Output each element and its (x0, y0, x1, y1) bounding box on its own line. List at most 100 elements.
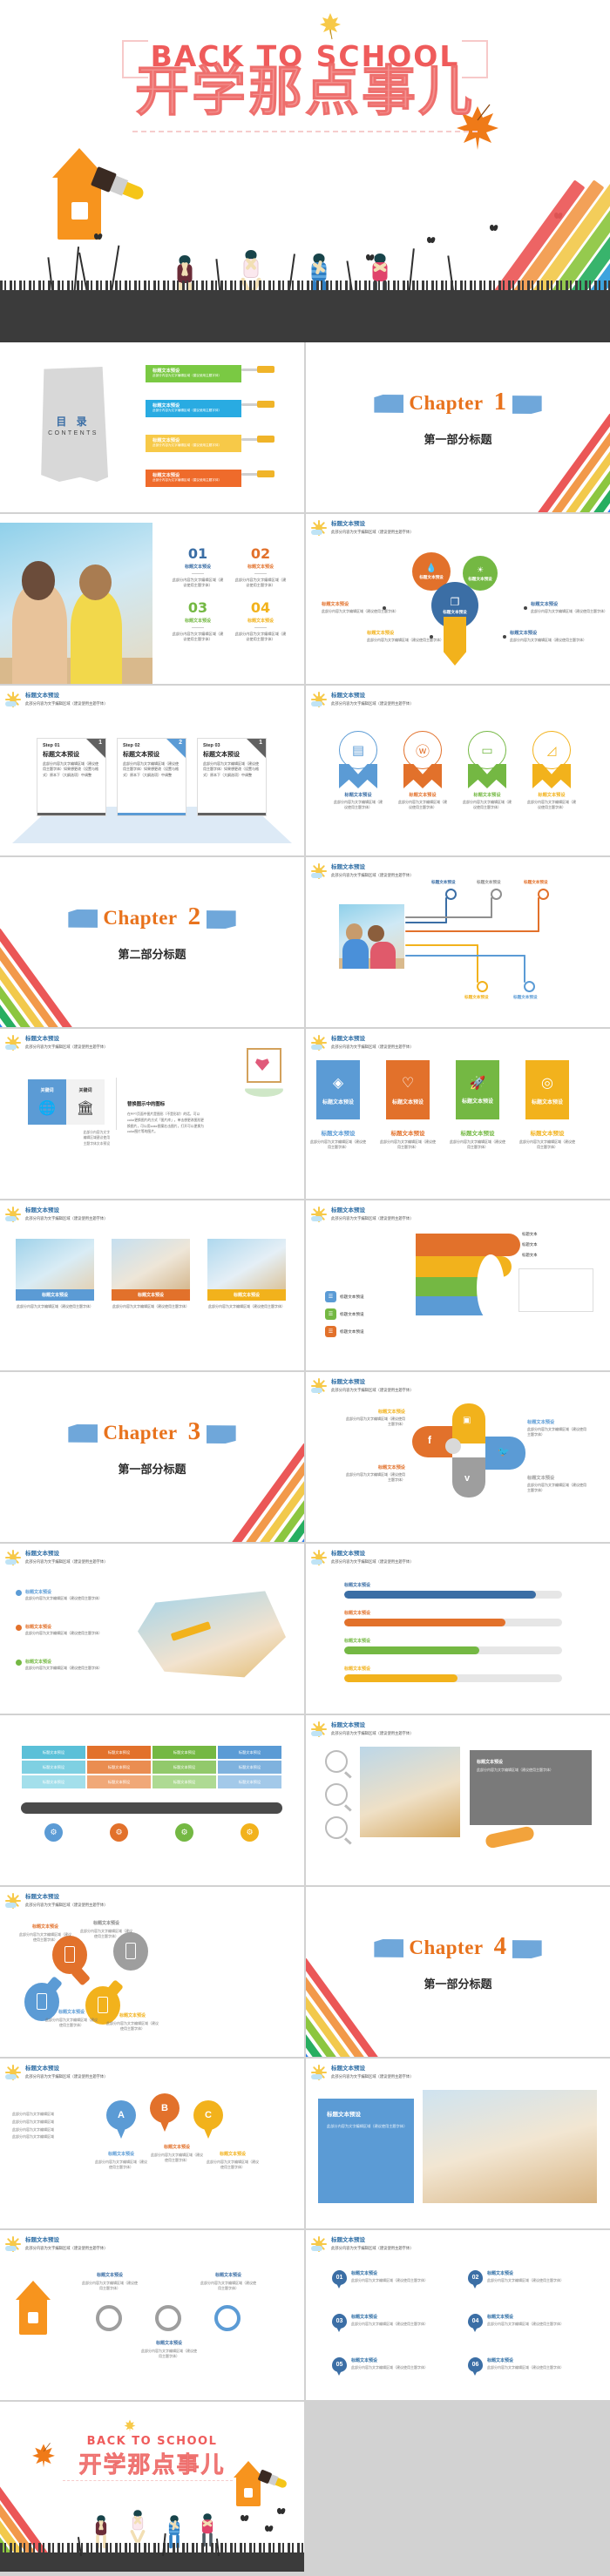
balloon-pin[interactable]: B (150, 2093, 180, 2133)
numbered-pin[interactable]: 05 标题文本预设 此部分内容为文字编辑区域（建议使用主题字体） (332, 2357, 445, 2376)
contents-item[interactable]: 标题文本预设 此部分内容为文字编辑区域（建议使用主题字体） (146, 365, 274, 382)
slide-bullets[interactable]: 标题文本预设 此部分内容为文字编辑区域（建议使用主题字体） 标题文本预设 此部分… (0, 1544, 304, 1714)
slide-badges[interactable]: 标题文本预设 此部分内容为文字编辑区域（建议使用主题字体） ▤ 标题文本预设 此… (306, 686, 610, 855)
contents-item[interactable]: 标题文本预设 此部分内容为文字编辑区域（建议使用主题字体） (146, 400, 274, 417)
magnifier-icon[interactable] (325, 1816, 348, 1839)
pinwheel-label: 标题文本预设 此部分内容为文字编辑区域（建议使用主题字体） (527, 1475, 588, 1493)
gear-icon[interactable]: ⚙ (241, 1823, 259, 1842)
chapter-number: 4 (488, 1932, 512, 1960)
road-row-label: 标题文本预设 (340, 1294, 364, 1299)
slide-phones[interactable]: 标题文本预设 此部分内容为文字编辑区域（建议使用主题字体） 标题文本预设 此部分… (0, 1887, 304, 2057)
progress-item[interactable]: 标题文本预设 (344, 1666, 562, 1682)
slide-chapter-2[interactable]: Chapter 2 第二部分标题 (0, 857, 304, 1027)
keyword-card[interactable]: 关键词 🌐 (28, 1079, 66, 1125)
slide-study-photo[interactable]: 标题文本预设 此部分内容为文字编辑区域（建议使用主题字体） 标题文本预设 此部分… (306, 2059, 610, 2228)
gear-icon[interactable]: ⚙ (44, 1823, 63, 1842)
color-tile[interactable]: 🚀 标题文本预设 (456, 1060, 499, 1119)
numbered-pin[interactable]: 06 标题文本预设 此部分内容为文字编辑区域（建议使用主题字体） (468, 2357, 581, 2376)
timeline-circle[interactable] (214, 2305, 241, 2331)
timeline-circle[interactable] (96, 2305, 122, 2331)
color-tile[interactable]: ◎ 标题文本预设 (525, 1060, 569, 1119)
slide-pipeline[interactable]: 标题文本预设 此部分内容为文字编辑区域（建议使用主题字体） 标题文本预设 标题文… (306, 857, 610, 1027)
keyword-card[interactable]: 关键词 🏛 (66, 1079, 105, 1125)
slide-pinwheel[interactable]: 标题文本预设 此部分内容为文字编辑区域（建议使用主题字体） ▣ 🐦 f v 标题… (306, 1372, 610, 1542)
timeline-circle[interactable] (155, 2305, 181, 2331)
step-card[interactable]: 2 Step 02 标题文本预设 此部分内容为文字编辑区域（建议使用主题字体）如… (117, 738, 186, 816)
bullet-item[interactable]: 标题文本预设 此部分内容为文字编辑区域（建议使用主题字体） (16, 1589, 120, 1601)
numbered-pin[interactable]: 04 标题文本预设 此部分内容为文字编辑区域（建议使用主题字体） (468, 2314, 581, 2332)
bullet-item[interactable]: 标题文本预设 此部分内容为文字编辑区域（建议使用主题字体） (16, 1624, 120, 1636)
slide-numbers[interactable]: 01 标题文本预设 此部分内容为文字编辑区域（建议使用主题字体） 02 标题文本… (0, 514, 304, 684)
magnifier-icon[interactable] (325, 1783, 348, 1806)
mindmap-leaf[interactable]: 标题文本预设 此部分内容为文字编辑区域（建议使用主题字体） (510, 630, 586, 643)
slide-header-desc: 此部分内容为文字编辑区域（建议使用主题字体） (331, 529, 414, 534)
pinwheel-blade[interactable]: v (452, 1457, 485, 1498)
slide-timeline[interactable]: 标题文本预设 此部分内容为文字编辑区域（建议使用主题字体） 标题文本预设 此部分… (0, 2230, 304, 2400)
number-item[interactable]: 03 标题文本预设 此部分内容为文字编辑区域（建议使用主题字体） (171, 601, 225, 643)
numbered-pin[interactable]: 03 标题文本预设 此部分内容为文字编辑区域（建议使用主题字体） (332, 2314, 445, 2332)
number-item[interactable]: 02 标题文本预设 此部分内容为文字编辑区域（建议使用主题字体） (234, 547, 288, 589)
balloon-pin[interactable]: C (193, 2100, 223, 2140)
color-tile[interactable]: ◈ 标题文本预设 (316, 1060, 360, 1119)
photo-thumbnail (207, 1239, 286, 1289)
progress-item[interactable]: 标题文本预设 (344, 1582, 562, 1599)
step-card[interactable]: 1 Step 01 标题文本预设 此部分内容为文字编辑区域（建议使用主题字体）如… (37, 738, 106, 816)
pinwheel-blade[interactable]: ▣ (452, 1403, 485, 1444)
photo-item[interactable]: 标题文本预设 此部分内容为文字编辑区域（建议使用主题字体） (16, 1239, 94, 1309)
numbered-pin[interactable]: 01 标题文本预设 此部分内容为文字编辑区域（建议使用主题字体） (332, 2270, 445, 2289)
step-desc: 此部分内容为文字编辑区域（建议使用主题字体）如果想更改（设置与格式）原本下（大纲… (123, 761, 179, 777)
slide-keywords[interactable]: 标题文本预设 此部分内容为文字编辑区域（建议使用主题字体） 关键词 🌐 关键词 … (0, 1029, 304, 1199)
slide-end[interactable]: BACK TO SCHOOL 开学那点事儿 (0, 2402, 304, 2572)
badge-item[interactable]: ▭ 标题文本预设 此部分内容为文字编辑区域（建议使用主题字体） (463, 731, 512, 810)
bullet-title: 标题文本预设 (25, 1590, 52, 1595)
slide-title[interactable]: BACK TO SCHOOL 开学那点事儿 (0, 0, 610, 342)
mindmap-leaf[interactable]: 标题文本预设 此部分内容为文字编辑区域（建议使用主题字体） (531, 601, 607, 614)
magnifier-icon[interactable] (325, 1750, 348, 1773)
progress-item[interactable]: 标题文本预设 (344, 1610, 562, 1626)
rainbow-brush-decoration (479, 408, 610, 512)
slide-progress[interactable]: 标题文本预设 此部分内容为文字编辑区域（建议使用主题字体） 标题文本预设 标题文… (306, 1544, 610, 1714)
number-item[interactable]: 01 标题文本预设 此部分内容为文字编辑区域（建议使用主题字体） (171, 547, 225, 589)
progress-item[interactable]: 标题文本预设 (344, 1638, 562, 1654)
slide-table[interactable]: 标题文本预设 标题文本预设 标题文本预设 标题文本预设 标题文本预设 标题文本预… (0, 1715, 304, 1885)
slide-chapter-1[interactable]: Chapter 1 第一部分标题 (306, 342, 610, 512)
pinwheel-blade[interactable]: 🐦 (485, 1437, 525, 1470)
slide-header: 标题文本预设 此部分内容为文字编辑区域（建议使用主题字体） (311, 2236, 414, 2252)
slide-chapter-4[interactable]: Chapter 4 第一部分标题 (306, 1887, 610, 2057)
slide-chapter-3[interactable]: Chapter 3 第一部分标题 (0, 1372, 304, 1542)
gear-icon[interactable]: ⚙ (110, 1823, 128, 1842)
number-item[interactable]: 04 标题文本预设 此部分内容为文字编辑区域（建议使用主题字体） (234, 601, 288, 643)
slide-six-pins[interactable]: 标题文本预设 此部分内容为文字编辑区域（建议使用主题字体） 01 标题文本预设 … (306, 2230, 610, 2400)
road-row[interactable]: ☰ 标题文本预设 (325, 1326, 364, 1337)
photo-item[interactable]: 标题文本预设 此部分内容为文字编辑区域（建议使用主题字体） (207, 1239, 286, 1309)
slide-color-tiles[interactable]: 标题文本预设 此部分内容为文字编辑区域（建议使用主题字体） ◈ 标题文本预设 ♡… (306, 1029, 610, 1199)
slide-road[interactable]: 标题文本预设 此部分内容为文字编辑区域（建议使用主题字体） 标题文本 标题文本 … (306, 1200, 610, 1370)
slide-magnifier[interactable]: 标题文本预设 此部分内容为文字编辑区域（建议使用主题字体） 标题文本预设 此部分… (306, 1715, 610, 1885)
contents-item[interactable]: 标题文本预设 此部分内容为文字编辑区域（建议使用主题字体） (146, 435, 274, 452)
bullet-item[interactable]: 标题文本预设 此部分内容为文字编辑区域（建议使用主题字体） (16, 1659, 120, 1671)
sun-icon (311, 863, 327, 879)
contents-item[interactable]: 标题文本预设 此部分内容为文字编辑区域（建议使用主题字体） (146, 470, 274, 487)
badge-item[interactable]: ◿ 标题文本预设 此部分内容为文字编辑区域（建议使用主题字体） (527, 731, 576, 810)
badge-item[interactable]: ⓦ 标题文本预设 此部分内容为文字编辑区域（建议使用主题字体） (398, 731, 447, 810)
gear-icon[interactable]: ⚙ (175, 1823, 193, 1842)
step-label: Step 01 (43, 743, 60, 748)
color-tile[interactable]: ♡ 标题文本预设 (386, 1060, 430, 1119)
step-card[interactable]: 1 Step 03 标题文本预设 此部分内容为文字编辑区域（建议使用主题字体）如… (197, 738, 267, 816)
slide-steps[interactable]: 标题文本预设 此部分内容为文字编辑区域（建议使用主题字体） 1 Step 01 … (0, 686, 304, 855)
balloon-pin[interactable]: A (106, 2100, 136, 2140)
cloud-icon (311, 2074, 322, 2079)
pinwheel-label: 标题文本预设 此部分内容为文字编辑区域（建议使用主题字体） (527, 1419, 588, 1437)
photo-item[interactable]: 标题文本预设 此部分内容为文字编辑区域（建议使用主题字体） (112, 1239, 190, 1309)
pipeline-node[interactable] (524, 981, 535, 992)
slide-contents[interactable]: 目 录 CONTENTS 标题文本预设 此部分内容为文字编辑区域（建议使用主题字… (0, 342, 304, 512)
road-row[interactable]: ☰ 标题文本预设 (325, 1308, 364, 1320)
pipeline-node[interactable] (477, 981, 488, 992)
slide-pins[interactable]: 标题文本预设 此部分内容为文字编辑区域（建议使用主题字体） 此部分内容为文字编辑… (0, 2059, 304, 2228)
road-row[interactable]: ☰ 标题文本预设 (325, 1291, 364, 1302)
numbered-pin[interactable]: 02 标题文本预设 此部分内容为文字编辑区域（建议使用主题字体） (468, 2270, 581, 2289)
slide-mindmap[interactable]: 标题文本预设 此部分内容为文字编辑区域（建议使用主题字体） 💧 标题文本预设 ☀… (306, 514, 610, 684)
badge-item[interactable]: ▤ 标题文本预设 此部分内容为文字编辑区域（建议使用主题字体） (334, 731, 383, 810)
cloud-icon (311, 530, 322, 535)
slide-photos[interactable]: 标题文本预设 此部分内容为文字编辑区域（建议使用主题字体） 标题文本预设 此部分… (0, 1200, 304, 1370)
